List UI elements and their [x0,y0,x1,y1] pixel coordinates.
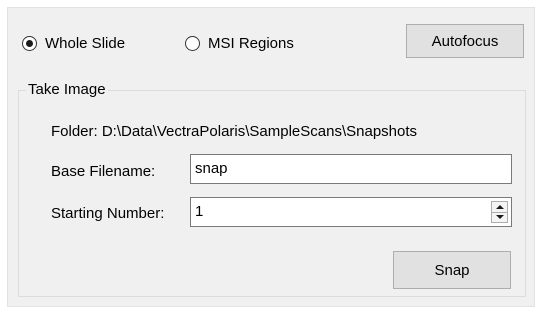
msi-regions-radio[interactable]: MSI Regions [185,33,294,53]
spinner-down-button[interactable] [491,212,508,223]
folder-path-label: Folder: D:\Data\VectraPolaris\SampleScan… [51,123,418,140]
imaging-panel: Whole Slide MSI Regions Autofocus Take I… [7,7,535,307]
starting-number-label: Starting Number: [51,205,165,222]
msi-regions-radio-circle[interactable] [185,35,200,51]
msi-regions-label: MSI Regions [208,34,294,52]
spinner-down-arrow-icon [495,215,504,220]
starting-number-value[interactable]: 1 [195,203,203,220]
whole-slide-radio-circle[interactable] [22,35,37,51]
base-filename-label: Base Filename: [51,163,156,180]
take-image-group: Take Image Folder: D:\Data\VectraPolaris… [18,81,526,297]
whole-slide-radio[interactable]: Whole Slide [22,33,125,53]
base-filename-input[interactable]: snap [190,154,512,184]
spinner-up-arrow-icon [495,204,504,209]
autofocus-button[interactable]: Autofocus [406,24,524,58]
starting-number-spinner[interactable] [491,201,508,223]
take-image-group-title: Take Image [26,81,108,99]
spinner-up-button[interactable] [491,201,508,213]
snap-button[interactable]: Snap [393,251,511,289]
whole-slide-label: Whole Slide [45,34,126,52]
starting-number-input[interactable]: 1 [190,197,512,227]
